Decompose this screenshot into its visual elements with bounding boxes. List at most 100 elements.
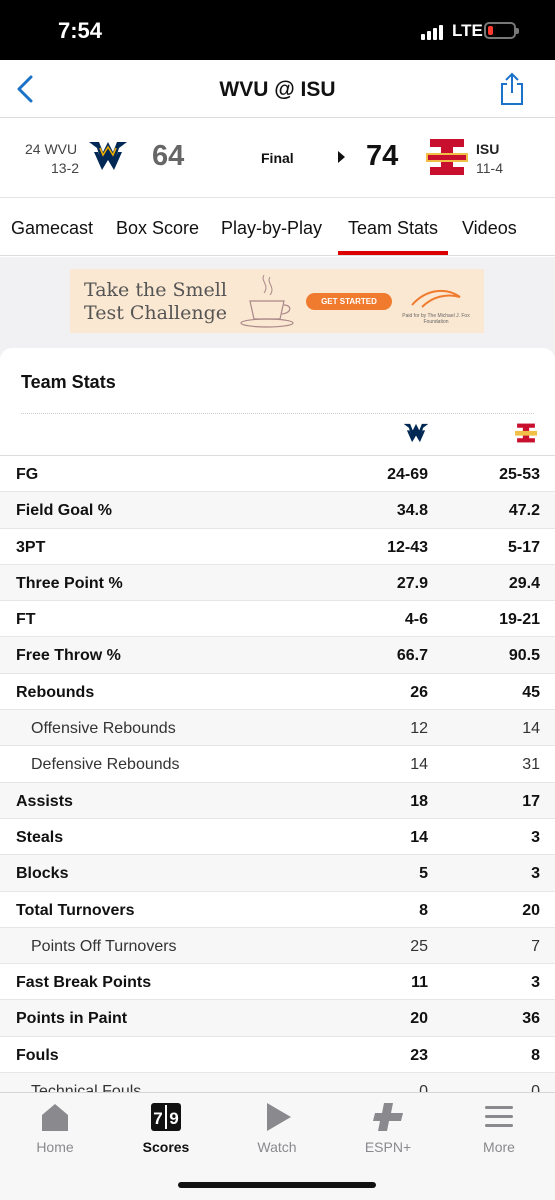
table-row: Rebounds 26 45 [0, 674, 555, 711]
stat-home-value: 5-17 [507, 538, 540, 556]
tabbar-watch[interactable]: Watch [237, 1101, 317, 1155]
away-record: 13-2 [51, 160, 80, 176]
tabbar-espn-plus[interactable]: ESPN+ [348, 1101, 428, 1155]
tabbar-label: Watch [257, 1139, 297, 1155]
stat-label: Blocks [16, 865, 69, 883]
home-indicator[interactable] [178, 1182, 376, 1188]
stat-away-value: 14 [410, 756, 428, 774]
tabbar-label: Home [36, 1139, 74, 1155]
stat-away-value: 24-69 [387, 466, 428, 483]
table-row: Points in Paint 20 36 [0, 1000, 555, 1037]
coffee-cup-icon [240, 274, 294, 328]
stat-away-value: 26 [410, 683, 428, 701]
share-icon[interactable] [498, 72, 526, 106]
stat-away-value: 18 [410, 792, 428, 810]
stat-away-value: 8 [419, 901, 428, 919]
stat-away-value: 27.9 [396, 574, 428, 592]
stat-away-value: 14 [410, 828, 428, 846]
scores-icon: 7 9 [151, 1103, 181, 1131]
tabbar-more[interactable]: More [459, 1101, 539, 1155]
stat-home-value: 8 [531, 1046, 540, 1064]
home-icon [42, 1104, 68, 1131]
game-status: Final [261, 150, 294, 166]
tabbar-home[interactable]: Home [15, 1101, 95, 1155]
stat-home-value: 7 [531, 937, 540, 955]
stat-label: Defensive Rebounds [31, 756, 180, 774]
espn-plus-icon [373, 1103, 403, 1131]
home-score: 74 [366, 140, 399, 172]
stat-away-value: 12 [410, 720, 428, 738]
stat-home-value: 25-53 [499, 466, 540, 483]
tabbar-scores[interactable]: 7 9 Scores [126, 1101, 206, 1155]
stat-home-value: 36 [522, 1010, 540, 1028]
svg-text:9: 9 [169, 1109, 178, 1128]
stat-away-value: 4-6 [404, 611, 428, 629]
tabbar-label: ESPN+ [364, 1139, 412, 1155]
table-row: FG 24-69 25-53 [0, 456, 555, 493]
table-row: Three Point % 27.9 29.4 [0, 564, 555, 602]
ad-headline: Take the Smell Test Challenge [84, 279, 228, 324]
stat-label: Assists [16, 792, 73, 810]
menu-icon [485, 1106, 513, 1127]
team-stats-card: Team Stats FG 24-69 25-53 Field Goal % 34.8 4… [0, 348, 555, 1098]
network-label: LTE [452, 21, 483, 40]
away-score: 64 [152, 140, 185, 172]
stat-home-value: 47.2 [508, 502, 540, 520]
table-row: Assists 18 17 [0, 782, 555, 819]
tab-play-by-play[interactable]: Play-by-Play [221, 218, 322, 239]
table-row: Blocks 5 3 [0, 855, 555, 892]
stat-label: Fast Break Points [16, 974, 152, 992]
play-icon [267, 1103, 291, 1131]
stat-label: Field Goal % [16, 502, 113, 520]
stat-label: Offensive Rebounds [31, 720, 176, 738]
table-row: Points Off Turnovers 25 7 [0, 927, 555, 965]
stat-away-value: 66.7 [396, 647, 428, 665]
stat-home-value: 14 [522, 720, 540, 738]
foundation-logo: Paid for by The Michael J. Fox Foundatio… [396, 283, 476, 327]
table-row: Fast Break Points 11 3 [0, 964, 555, 1001]
stat-home-value: 31 [522, 756, 540, 774]
nav-header: WVU @ ISU [0, 60, 555, 118]
signal-icon [421, 24, 447, 40]
table-row: 3PT 12-43 5-17 [0, 529, 555, 565]
winner-arrow-icon [338, 151, 345, 163]
stat-away-value: 20 [410, 1010, 428, 1028]
page-title: WVU @ ISU [219, 78, 336, 101]
isu-logo [426, 139, 468, 175]
stat-home-value: 20 [522, 901, 540, 919]
stat-home-value: 17 [522, 792, 540, 810]
table-row: Offensive Rebounds 12 14 [0, 710, 555, 747]
stat-away-value: 25 [410, 937, 428, 955]
home-record: 11-4 [476, 160, 503, 176]
stat-away-value: 23 [410, 1046, 428, 1064]
tab-videos[interactable]: Videos [462, 218, 517, 239]
ad-banner[interactable]: Take the Smell Test Challenge GET STARTE… [70, 269, 484, 333]
stat-label: Points Off Turnovers [31, 937, 177, 955]
stat-label: Points in Paint [16, 1010, 128, 1028]
stat-away-value: 34.8 [396, 502, 428, 520]
stat-away-value: 12-43 [387, 538, 428, 556]
stat-label: Rebounds [16, 683, 95, 701]
stat-home-value: 3 [531, 974, 540, 992]
status-bar: 7:54 LTE [0, 0, 555, 60]
away-rank-team: 24 WVU [25, 141, 78, 157]
stat-label: Total Turnovers [16, 901, 135, 919]
ad-get-started-button[interactable]: GET STARTED [306, 293, 392, 310]
tab-gamecast[interactable]: Gamecast [11, 218, 93, 239]
tab-box-score[interactable]: Box Score [116, 218, 199, 239]
status-time: 7:54 [58, 18, 103, 43]
scoreboard[interactable]: 24 WVU 13-2 64 Final 74 ISU 11-4 [0, 118, 555, 198]
table-row: FT 4-6 19-21 [0, 601, 555, 638]
stat-home-value: 29.4 [508, 574, 540, 592]
svg-text:7: 7 [153, 1109, 162, 1128]
stat-label: Three Point % [16, 574, 123, 592]
game-tabs: Gamecast Box Score Play-by-Play Team Sta… [0, 198, 555, 256]
stat-home-value: 3 [531, 828, 540, 846]
table-row: Steals 14 3 [0, 819, 555, 856]
table-row: Total Turnovers 8 20 [0, 892, 555, 928]
table-row: Defensive Rebounds 14 31 [0, 746, 555, 783]
stat-label: FT [16, 611, 36, 629]
stat-label: 3PT [16, 538, 46, 556]
tab-team-stats[interactable]: Team Stats [337, 218, 449, 255]
stat-away-value: 5 [419, 865, 428, 883]
